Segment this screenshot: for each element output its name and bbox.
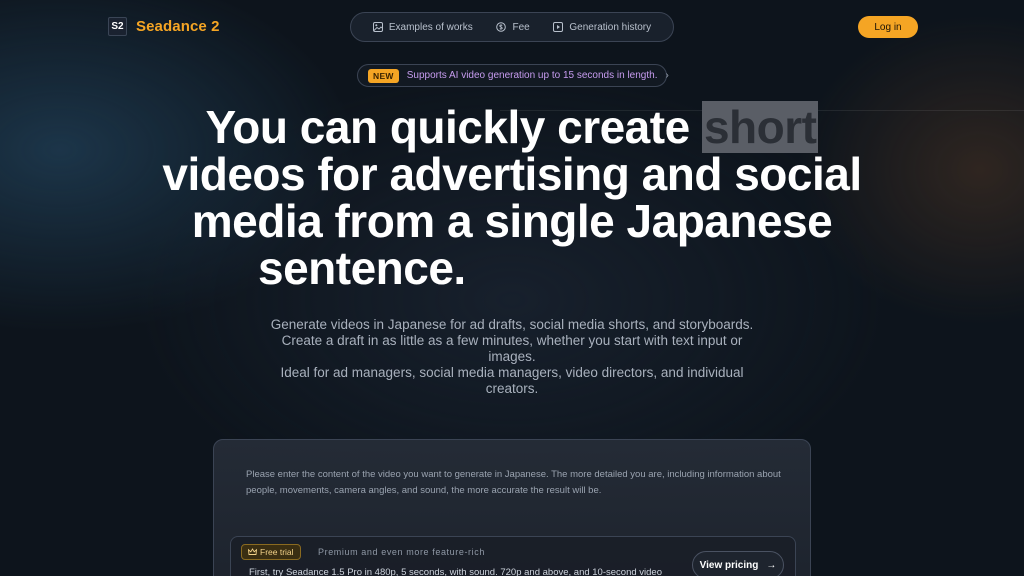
nav-item-label: Fee: [512, 21, 530, 33]
hero-line-1-text: You can quickly create: [205, 101, 702, 153]
prompt-input[interactable]: Please enter the content of the video yo…: [246, 467, 786, 499]
hero-line-1: You can quickly create short: [110, 101, 914, 153]
nav-item-label: Generation history: [569, 21, 652, 33]
logo-text: Seadance 2: [136, 18, 220, 35]
history-icon: [553, 22, 564, 32]
hero-highlight: short: [701, 101, 819, 153]
announcement-text: Supports AI video generation up to 15 se…: [406, 70, 658, 81]
subtitle-line: Ideal for ad managers, social media mana…: [280, 365, 744, 380]
hero-line-4: sentence.: [258, 242, 466, 294]
subtitle-line: Create a draft in as little as a few min…: [281, 333, 743, 348]
hero-line-3: media from a single Japanese: [191, 195, 833, 247]
free-trial-panel: Free trial Premium and even more feature…: [230, 536, 796, 576]
view-pricing-label: View pricing: [699, 559, 759, 571]
free-trial-label: Free trial: [260, 547, 294, 557]
nav-item-history[interactable]: Generation history: [553, 22, 651, 33]
image-icon: [372, 22, 383, 32]
subtitle-line: images.: [488, 349, 536, 364]
free-trial-badge: Free trial: [241, 544, 301, 560]
nav-item-label: Examples of works: [388, 21, 473, 33]
trial-description: First, try Seadance 1.5 Pro in 480p, 5 s…: [249, 567, 662, 576]
logo[interactable]: S2 Seadance 2: [108, 17, 220, 36]
view-pricing-button[interactable]: View pricing →: [692, 551, 784, 576]
coin-icon: [496, 22, 507, 32]
logo-badge: S2: [108, 17, 127, 36]
hero-subtitle: Generate videos in Japanese for ad draft…: [232, 317, 792, 397]
prompt-card: Please enter the content of the video yo…: [213, 439, 811, 576]
chevron-right-icon: ›: [665, 70, 669, 81]
hero-headline: You can quickly create short videos for …: [110, 101, 914, 294]
subtitle-line: Generate videos in Japanese for ad draft…: [270, 317, 754, 332]
crown-icon: [248, 548, 257, 555]
arrow-right-icon: →: [766, 559, 777, 571]
top-nav: Examples of works Fee Generation history: [350, 12, 674, 42]
login-button[interactable]: Log in: [858, 16, 918, 38]
subtitle-line: creators.: [485, 381, 539, 396]
trial-title: Premium and even more feature-rich: [318, 547, 485, 557]
new-badge: NEW: [368, 68, 399, 83]
hero-line-2: videos for advertising and social: [162, 148, 862, 200]
announcement-pill[interactable]: NEW Supports AI video generation up to 1…: [357, 64, 669, 87]
nav-item-examples[interactable]: Examples of works: [372, 21, 473, 33]
nav-item-fee[interactable]: Fee: [496, 21, 530, 33]
